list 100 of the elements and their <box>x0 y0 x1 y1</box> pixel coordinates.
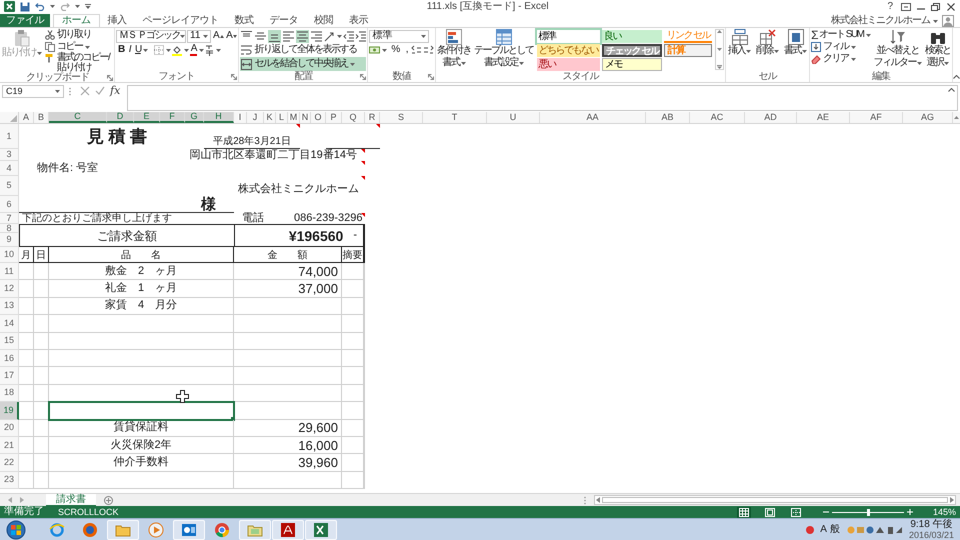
phonetic-guide-button[interactable] <box>204 44 221 56</box>
help-button[interactable]: ? <box>884 2 896 12</box>
sheet-tab[interactable]: 請求書 <box>46 494 96 506</box>
ribbon-tab[interactable]: 校閲 <box>306 14 341 27</box>
row-header[interactable]: 12 <box>0 280 19 298</box>
cell-style-option[interactable]: 悪い <box>536 58 600 71</box>
cell-style-option[interactable]: 標準 <box>536 30 600 43</box>
row-header[interactable]: 18 <box>0 384 19 402</box>
autosum-button[interactable]: Σ オート SUM <box>811 29 871 41</box>
row-header[interactable]: 11 <box>0 263 19 280</box>
insert-function-button[interactable]: fx <box>110 85 122 97</box>
view-button[interactable] <box>736 506 751 518</box>
row-header[interactable]: 10 <box>0 247 19 263</box>
ribbon-tab[interactable]: ファイル <box>0 14 50 27</box>
scroll-left-icon[interactable] <box>596 497 600 503</box>
column-header[interactable]: AA <box>540 112 646 123</box>
taskbar-button[interactable] <box>239 520 271 540</box>
item-name-cell[interactable]: 礼金 1 ヶ月 <box>49 280 234 298</box>
merge-center-button[interactable]: セルを結合して中央揃え <box>240 57 366 71</box>
scroll-up-icon[interactable] <box>717 30 722 33</box>
sort-filter-button[interactable]: 並べ替えと フィルター <box>874 29 922 69</box>
clock-date[interactable]: 2016/03/21 <box>908 530 954 540</box>
column-header[interactable]: AC <box>690 112 745 123</box>
row-header[interactable]: 7 <box>0 213 19 224</box>
row-header[interactable]: 15 <box>0 332 19 350</box>
number-format-field[interactable]: 標準 <box>369 30 430 42</box>
cut-button[interactable]: 切り取り <box>45 29 113 41</box>
cell-style-option[interactable]: どちらでもない <box>536 44 600 57</box>
column-header[interactable]: K <box>264 112 276 123</box>
borders-button[interactable] <box>154 45 171 55</box>
fill-color-button[interactable] <box>172 44 189 56</box>
ribbon-tab[interactable]: 挿入 <box>100 14 134 27</box>
row-header[interactable]: 13 <box>0 298 19 316</box>
save-icon[interactable] <box>20 2 30 12</box>
taskbar-button[interactable] <box>272 520 304 540</box>
dialog-launcher-icon[interactable] <box>360 74 366 80</box>
selected-cell[interactable] <box>49 402 234 420</box>
ribbon-tab[interactable]: ホーム <box>53 14 100 27</box>
row-header[interactable]: 6 <box>0 196 19 213</box>
column-header[interactable]: O <box>311 112 326 123</box>
undo-icon[interactable] <box>35 2 45 11</box>
font-name-field[interactable]: ＭＳ Ｐゴシック <box>116 30 186 42</box>
column-header[interactable]: AD <box>745 112 797 123</box>
grow-font-button[interactable]: A <box>212 30 220 42</box>
column-header[interactable]: M <box>288 112 300 123</box>
row-header[interactable]: 5 <box>0 176 19 196</box>
item-name-cell[interactable]: 火災保険2年 <box>49 436 234 454</box>
view-button[interactable] <box>762 506 777 518</box>
shrink-font-button[interactable]: A <box>225 30 232 42</box>
cell-style-option[interactable]: 良い <box>602 30 662 43</box>
row-header[interactable]: 22 <box>0 454 19 472</box>
italic-button[interactable]: I <box>126 44 132 56</box>
column-header[interactable]: F <box>160 112 185 123</box>
ribbon-tab[interactable]: ページレイアウト <box>134 14 226 27</box>
decrease-decimal-button[interactable] <box>423 45 434 55</box>
item-name-cell[interactable]: 賃貸保証料 <box>49 420 234 437</box>
find-select-button[interactable]: 検索と 選択 <box>925 29 951 69</box>
delete-cells-button[interactable]: 削除 <box>755 29 780 57</box>
comma-button[interactable]: , <box>402 44 410 56</box>
increase-decimal-button[interactable] <box>411 45 422 55</box>
taskbar-button[interactable] <box>173 520 205 540</box>
column-header[interactable]: A <box>19 112 34 123</box>
dialog-launcher-icon[interactable] <box>231 74 238 80</box>
column-header[interactable]: H <box>204 112 234 123</box>
percent-button[interactable]: % <box>388 44 402 56</box>
table-cell[interactable] <box>49 332 234 350</box>
row-header[interactable]: 16 <box>0 350 19 368</box>
bold-button[interactable]: B <box>116 44 126 56</box>
underline-button[interactable]: U <box>133 44 150 56</box>
ribbon-tab[interactable]: 数式 <box>226 14 262 27</box>
item-name-cell[interactable]: 家賃 4 月分 <box>49 298 234 316</box>
scroll-down-icon[interactable] <box>717 48 722 50</box>
row-header[interactable]: 8 <box>0 224 19 233</box>
column-header[interactable]: I <box>234 112 247 123</box>
ribbon-tab[interactable]: 表示 <box>341 14 376 27</box>
maximize-icon[interactable] <box>931 2 941 10</box>
expand-formula-icon[interactable] <box>948 88 955 92</box>
text-orientation-button[interactable] <box>324 30 342 42</box>
ribbon-display-icon[interactable] <box>901 2 911 10</box>
increase-indent-button[interactable] <box>355 30 366 42</box>
collapse-ribbon-icon[interactable] <box>952 75 960 79</box>
view-button[interactable] <box>788 506 803 518</box>
zoom-in-icon[interactable] <box>906 509 913 515</box>
row-header[interactable]: 20 <box>0 420 19 437</box>
horizontal-scrollbar[interactable] <box>594 495 956 505</box>
column-header[interactable]: E <box>134 112 160 123</box>
taskbar-button[interactable] <box>107 520 139 540</box>
more-icon[interactable] <box>717 65 722 69</box>
table-cell[interactable] <box>49 472 234 490</box>
column-header[interactable]: L <box>276 112 288 123</box>
zoom-slider-thumb[interactable] <box>866 508 870 516</box>
dialog-launcher-icon[interactable] <box>107 75 113 81</box>
row-header[interactable]: 9 <box>0 233 19 247</box>
format-as-table-button[interactable]: テーブルとして 書式設定 <box>474 29 534 69</box>
close-icon[interactable] <box>946 2 956 10</box>
row-header[interactable]: 19 <box>0 402 19 420</box>
column-header[interactable]: Q <box>342 112 365 123</box>
ime-indicator[interactable]: A <box>819 524 828 534</box>
column-header[interactable]: G <box>185 112 204 123</box>
ribbon-tab[interactable]: データ <box>262 14 306 27</box>
